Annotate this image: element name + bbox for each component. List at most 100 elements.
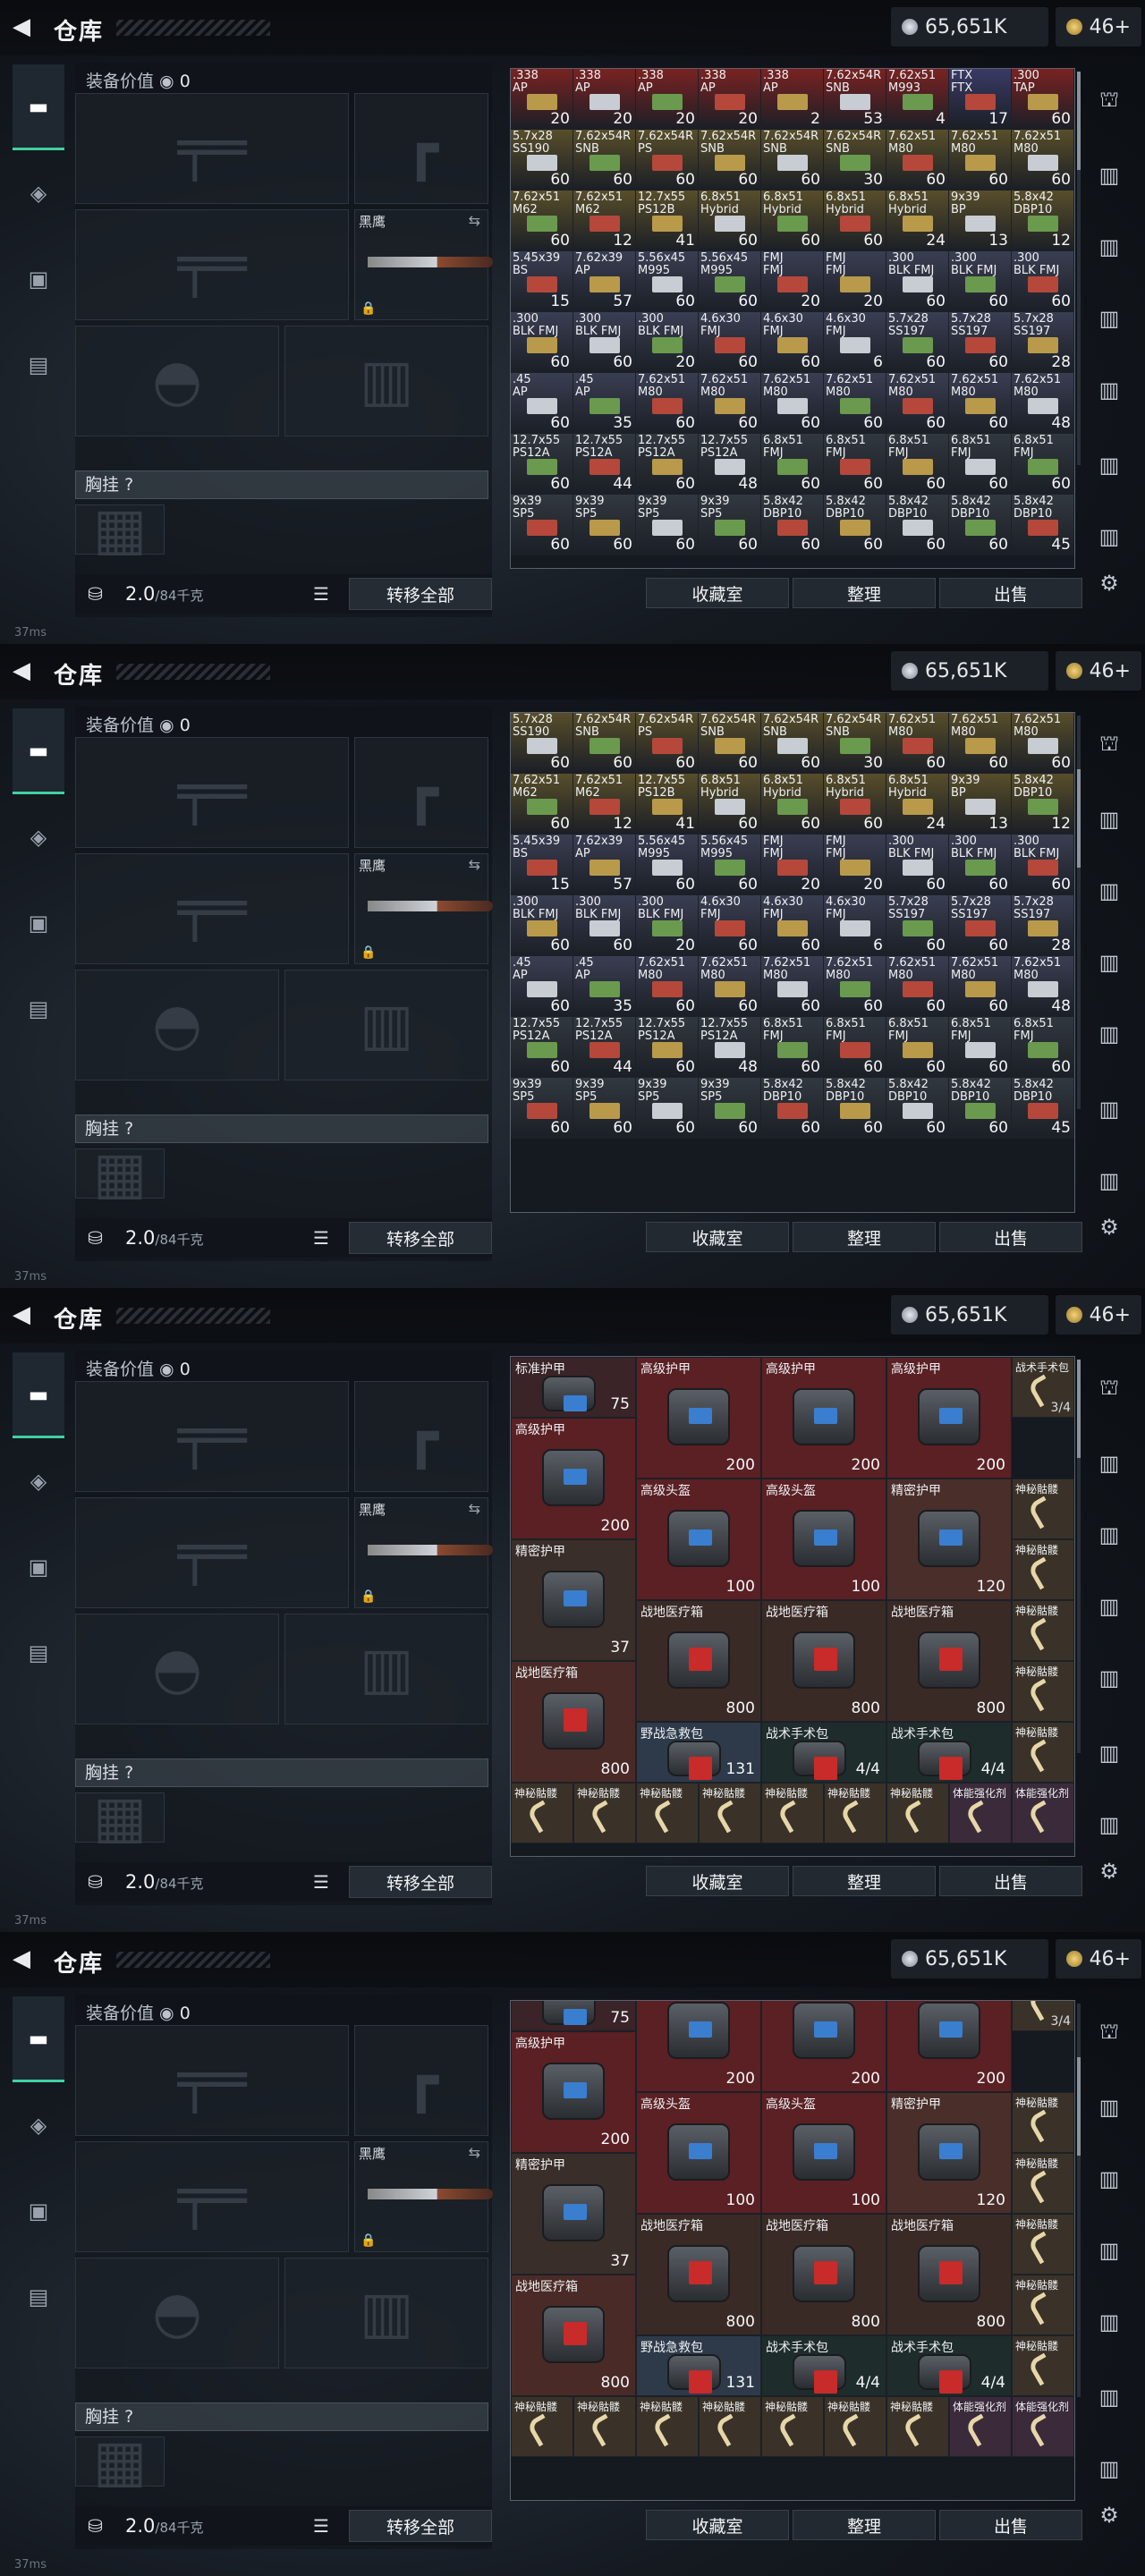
ammo-item[interactable]: 7.62x54R PS 60 (636, 130, 699, 191)
ammo-item[interactable]: 7.62x51 M80 60 (636, 373, 699, 434)
high-armor-1-item[interactable]: 高级护甲200 (636, 2001, 761, 2092)
ammo-item[interactable]: .45 AP 35 (573, 373, 636, 434)
armor-slot[interactable]: ▥ (284, 970, 488, 1080)
myst-item[interactable]: 体能强化剂 (1012, 2396, 1074, 2457)
ammo-item[interactable]: FMJ FMJ 20 (761, 251, 824, 312)
helmet-slot[interactable]: ◓ (75, 2258, 279, 2368)
ammo-item[interactable]: 5.8x42 DBP10 45 (1012, 495, 1074, 555)
right-safe-icon[interactable]: ⛫ (1091, 1370, 1127, 1406)
ammo-item[interactable]: .300 BLK FMJ 20 (636, 312, 699, 373)
right-container-icon[interactable]: ▥ (1091, 2089, 1127, 2125)
melee-slot[interactable]: 黑鹰 ⇆ 🔒 (354, 209, 493, 320)
ammo-item[interactable]: 9x39 SP5 60 (636, 495, 699, 555)
standard-armor-item[interactable]: 标准护甲 75 (511, 1357, 636, 1418)
precision-armor-2-item[interactable]: 精密护甲 37 (511, 2153, 636, 2275)
ammo-item[interactable]: 5.8x42 DBP10 60 (824, 1078, 886, 1139)
myst-item[interactable]: 体能强化剂 (949, 2396, 1012, 2457)
ammo-item[interactable]: 7.62x51 M80 60 (949, 373, 1012, 434)
ammo-item[interactable]: 9x39 SP5 60 (699, 1078, 761, 1139)
chest-rig-bar[interactable]: 胸挂 ? (75, 1114, 488, 1143)
back-arrow-icon[interactable]: ◀ (13, 13, 30, 40)
chest-rig-bar[interactable]: 胸挂 ? (75, 2402, 488, 2431)
myst-item[interactable]: 体能强化剂 (949, 1783, 1012, 1843)
right-safe-icon[interactable]: ⛫ (1091, 726, 1127, 762)
ammo-item[interactable]: 7.62x51 M62 60 (511, 191, 573, 251)
scroll-thumb[interactable] (1077, 1360, 1081, 1458)
precision-armor-1-item[interactable]: 精密护甲 120 (886, 1479, 1012, 1600)
side-tab-backpack-icon[interactable]: ▣ (13, 1524, 64, 1610)
ammo-item[interactable]: 6.8x51 FMJ 60 (949, 1017, 1012, 1078)
ammo-item[interactable]: .45 AP 35 (573, 956, 636, 1017)
right-container-icon[interactable]: ▥ (1091, 2379, 1127, 2415)
field-medkit-1-item[interactable]: 战地医疗箱 800 (636, 2214, 761, 2335)
ammo-item[interactable]: .300 BLK FMJ 60 (573, 312, 636, 373)
ammo-item[interactable]: 5.7x28 SS197 60 (886, 895, 949, 956)
ammo-item[interactable]: 5.8x42 DBP10 60 (761, 1078, 824, 1139)
ammo-item[interactable]: 12.7x55 PS12B 41 (636, 191, 699, 251)
ammo-item[interactable]: 6.8x51 Hybrid 24 (886, 191, 949, 251)
field-medkit-2-item[interactable]: 战地医疗箱 800 (761, 1600, 886, 1722)
right-gear-icon[interactable]: ⚙ (1091, 2497, 1127, 2533)
ammo-item[interactable]: 5.7x28 SS197 60 (949, 895, 1012, 956)
right-gear-icon[interactable]: ⚙ (1091, 1209, 1127, 1245)
ammo-item[interactable]: FTX FTX 17 (949, 69, 1012, 130)
grid-scrollbar[interactable] (1077, 72, 1081, 465)
ammo-item[interactable]: 7.62x51 M80 60 (699, 373, 761, 434)
ammo-item[interactable]: FMJ FMJ 20 (761, 835, 824, 895)
right-container-icon[interactable]: ▥ (1091, 945, 1127, 980)
myst-item[interactable]: 神秘骷髅 (761, 2396, 824, 2457)
ammo-item[interactable]: .45 AP 60 (511, 956, 573, 1017)
right-container-icon[interactable]: ▥ (1091, 1660, 1127, 1696)
ammo-item[interactable]: .338 AP 2 (761, 69, 824, 130)
swap-icon[interactable]: ⇆ (469, 212, 480, 229)
chest-rig-slot[interactable]: ▦ (75, 1140, 165, 1207)
ammo-item[interactable]: 6.8x51 Hybrid 60 (824, 191, 886, 251)
ammo-item[interactable]: 6.8x51 FMJ 60 (761, 1017, 824, 1078)
sell-button[interactable]: 出售 (939, 1866, 1082, 1896)
ammo-item[interactable]: 7.62x54R SNB 60 (761, 130, 824, 191)
small-item[interactable]: 神秘骷髅 (1012, 1479, 1074, 1539)
ammo-item[interactable]: 5.8x42 DBP10 45 (1012, 1078, 1074, 1139)
pistol-slot[interactable]: ┏ (354, 737, 488, 848)
ammo-item[interactable]: .338 AP 20 (636, 69, 699, 130)
high-armor-4-item[interactable]: 高级护甲 200 (511, 1418, 636, 1539)
list-icon[interactable]: ☰ (313, 1227, 329, 1249)
ammo-item[interactable]: .300 BLK FMJ 60 (511, 312, 573, 373)
small-item[interactable]: 神秘骷髅 (1012, 2153, 1074, 2214)
pistol-slot[interactable]: ┏ (354, 2025, 488, 2136)
ammo-item[interactable]: .45 AP 60 (511, 373, 573, 434)
small-item[interactable]: 神秘骷髅 (1012, 2214, 1074, 2275)
ammo-item[interactable]: .338 AP 20 (699, 69, 761, 130)
ammo-item[interactable]: 6.8x51 FMJ 60 (949, 434, 1012, 495)
surgical-kit-1-item[interactable]: 战术手术包 4/4 (761, 2335, 886, 2396)
right-container-icon[interactable]: ▥ (1091, 157, 1127, 193)
field-medkit-4-item[interactable]: 战地医疗箱 800 (511, 2275, 636, 2396)
collection-room-button[interactable]: 收藏室 (646, 1222, 789, 1252)
sort-button[interactable]: 整理 (793, 2510, 936, 2540)
first-aid-kit-item[interactable]: 野战急救包 131 (636, 1722, 761, 1783)
ammo-item[interactable]: 6.8x51 Hybrid 60 (824, 774, 886, 835)
field-medkit-2-item[interactable]: 战地医疗箱 800 (761, 2214, 886, 2335)
surgical-kit-2-item[interactable]: 战术手术包 4/4 (886, 2335, 1012, 2396)
myst-item[interactable]: 神秘骷髅 (824, 2396, 886, 2457)
ammo-item[interactable]: 6.8x51 Hybrid 60 (761, 191, 824, 251)
small-item[interactable]: 战术手术包3/4 (1012, 2001, 1074, 2031)
ammo-item[interactable]: 7.62x51 M80 60 (1012, 130, 1074, 191)
sell-button[interactable]: 出售 (939, 578, 1082, 608)
ammo-item[interactable]: 4.6x30 FMJ 60 (761, 895, 824, 956)
ammo-item[interactable]: 7.62x51 M80 60 (761, 373, 824, 434)
ammo-item[interactable]: 5.8x42 DBP10 12 (1012, 774, 1074, 835)
ammo-item[interactable]: 5.56x45 M995 60 (699, 835, 761, 895)
ammo-item[interactable]: 6.8x51 Hybrid 60 (761, 774, 824, 835)
ammo-item[interactable]: .300 BLK FMJ 60 (1012, 251, 1074, 312)
small-item[interactable]: 战术手术包3/4 (1012, 1357, 1074, 1418)
armor-slot[interactable]: ▥ (284, 1614, 488, 1724)
ammo-item[interactable]: 12.7x55 PS12A 48 (699, 434, 761, 495)
ammo-item[interactable]: FMJ FMJ 20 (824, 835, 886, 895)
ammo-item[interactable]: 7.62x54R SNB 30 (824, 713, 886, 774)
side-tab-gun-icon[interactable]: ▬ (13, 64, 64, 150)
high-armor-3-item[interactable]: 高级护甲200 (886, 2001, 1012, 2092)
ammo-item[interactable]: 7.62x51 M993 4 (886, 69, 949, 130)
ammo-item[interactable]: 12.7x55 PS12A 60 (511, 434, 573, 495)
right-gear-icon[interactable]: ⚙ (1091, 565, 1127, 601)
